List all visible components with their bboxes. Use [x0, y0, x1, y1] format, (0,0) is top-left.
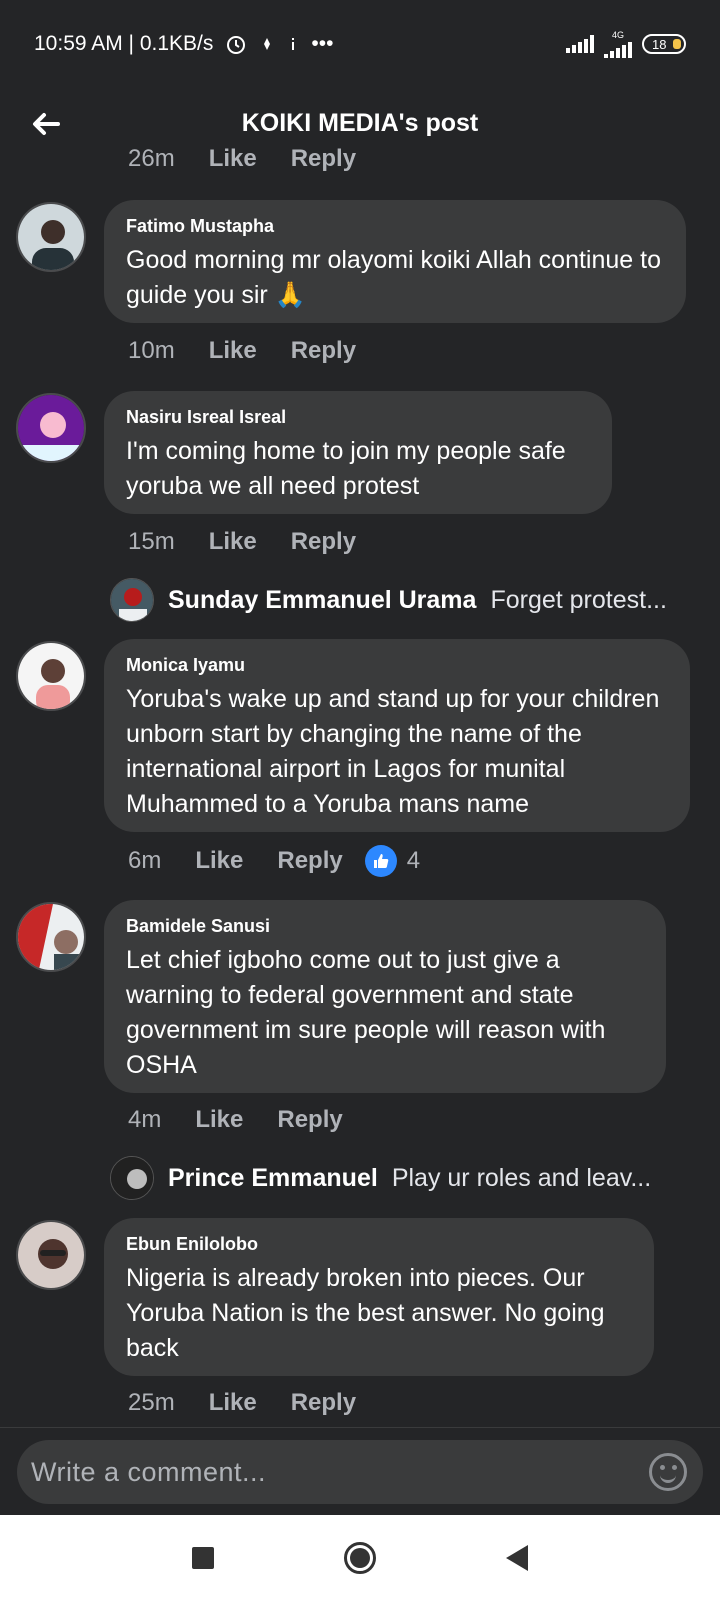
reply-button[interactable]: Reply: [277, 1106, 342, 1134]
reply-author: Prince Emmanuel: [168, 1163, 378, 1192]
more-notifications-icon: •••: [311, 32, 334, 55]
home-button[interactable]: [344, 1541, 376, 1574]
avatar[interactable]: [16, 641, 86, 711]
comment-text: I'm coming home to join my people safe y…: [126, 437, 566, 500]
comment-author[interactable]: Fatimo Mustapha: [126, 216, 664, 237]
comment-time: 15m: [128, 528, 175, 555]
comment-text: Yoruba's wake up and stand up for your c…: [126, 685, 660, 818]
signal-icon-2: [604, 40, 632, 58]
recents-button[interactable]: [192, 1546, 214, 1569]
like-button[interactable]: Like: [195, 1106, 243, 1134]
comment-bubble[interactable]: Ebun Enilolobo Nigeria is already broken…: [104, 1218, 654, 1376]
status-bar: 10:59 AM | 0.1KB/s ••• 4G 18: [0, 0, 720, 88]
comment-actions: 6m Like Reply 4: [128, 845, 420, 877]
comment-bubble[interactable]: Bamidele Sanusi Let chief igboho come ou…: [104, 900, 666, 1093]
emoji-icon[interactable]: [649, 1453, 687, 1491]
notification-icon: [259, 36, 275, 52]
reply-button[interactable]: Reply: [291, 1389, 356, 1417]
back-button[interactable]: [28, 106, 64, 142]
comment-text: Good morning mr olayomi koiki Allah cont…: [126, 246, 661, 309]
reply-button[interactable]: Reply: [291, 528, 356, 556]
reply-author: Sunday Emmanuel Urama: [168, 585, 477, 614]
system-nav-bar: [0, 1515, 720, 1600]
comments-list[interactable]: 26m Like Reply Fatimo Mustapha Good morn…: [0, 145, 720, 1427]
reply-button[interactable]: Reply: [291, 145, 356, 173]
like-button[interactable]: Like: [195, 847, 243, 875]
comment-author[interactable]: Bamidele Sanusi: [126, 916, 644, 937]
avatar[interactable]: [16, 393, 86, 463]
comment-actions: 4m Like Reply: [128, 1106, 343, 1134]
reply-preview[interactable]: Prince Emmanuel Play ur roles and leav..…: [110, 1156, 651, 1200]
reply-preview[interactable]: Sunday Emmanuel Urama Forget protest...: [110, 578, 667, 622]
avatar[interactable]: [16, 1220, 86, 1290]
like-button[interactable]: Like: [209, 337, 257, 365]
reply-button[interactable]: Reply: [277, 847, 342, 875]
comment-input[interactable]: Write a comment...: [17, 1440, 703, 1504]
reply-button[interactable]: Reply: [291, 337, 356, 365]
nav-back-button[interactable]: [506, 1544, 528, 1571]
like-button[interactable]: Like: [209, 1389, 257, 1417]
comment-bubble[interactable]: Fatimo Mustapha Good morning mr olayomi …: [104, 200, 686, 323]
comment-actions: 10m Like Reply: [128, 337, 356, 365]
reply-text: Forget protest...: [490, 585, 667, 614]
comment-time: 6m: [128, 847, 162, 874]
status-time: 10:59 AM | 0.1KB/s: [34, 32, 214, 55]
comment-text: Nigeria is already broken into pieces. O…: [126, 1264, 605, 1362]
comment-text: Let chief igboho come out to just give a…: [126, 946, 606, 1079]
comment-input-placeholder[interactable]: Write a comment...: [31, 1457, 649, 1488]
comment-author[interactable]: Ebun Enilolobo: [126, 1234, 632, 1255]
reply-text: Play ur roles and leav...: [391, 1163, 652, 1192]
comment-composer: Write a comment...: [0, 1427, 720, 1515]
alarm-icon: [225, 33, 247, 55]
avatar[interactable]: [16, 202, 86, 272]
comment-time: 26m: [128, 145, 175, 172]
comment-actions: 15m Like Reply: [128, 528, 356, 556]
signal-icon: [566, 35, 594, 53]
like-button[interactable]: Like: [209, 528, 257, 556]
reactions-count[interactable]: 4: [364, 845, 421, 877]
network-type: 4G: [611, 29, 624, 40]
battery-icon: 18: [642, 34, 686, 54]
comment-bubble[interactable]: Monica Iyamu Yoruba's wake up and stand …: [104, 639, 690, 832]
battery-level: 18: [652, 36, 667, 52]
comment-bubble[interactable]: Nasiru Isreal Isreal I'm coming home to …: [104, 391, 612, 514]
comment-actions: 26m Like Reply: [128, 145, 356, 173]
notification-icon-2: [287, 36, 299, 52]
reaction-count: 4: [406, 847, 421, 874]
comment-time: 25m: [128, 1389, 175, 1416]
comment-author[interactable]: Monica Iyamu: [126, 655, 668, 676]
comment-author[interactable]: Nasiru Isreal Isreal: [126, 407, 590, 428]
thumbs-up-icon: [364, 845, 397, 877]
avatar[interactable]: [16, 902, 86, 972]
comment-time: 4m: [128, 1106, 162, 1133]
page-title: KOIKI MEDIA's post: [241, 108, 479, 137]
reply-avatar: [110, 578, 154, 622]
comment-actions: 25m Like Reply: [128, 1389, 356, 1417]
back-arrow-icon: [33, 113, 60, 135]
like-button[interactable]: Like: [209, 145, 257, 173]
reply-avatar: [110, 1156, 154, 1200]
comment-time: 10m: [128, 337, 175, 364]
